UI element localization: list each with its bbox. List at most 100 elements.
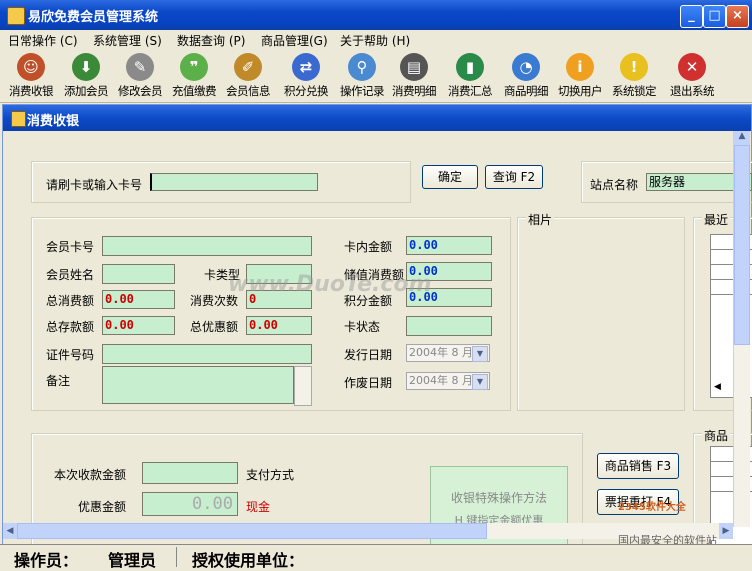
toolbar-button-1[interactable]: ⬇ 添加会员 bbox=[58, 52, 114, 102]
toolbar-label: 添加会员 bbox=[64, 84, 109, 98]
card-no-label: 会员卡号 bbox=[46, 240, 95, 254]
confirm-button[interactable]: 确定 bbox=[422, 165, 478, 189]
minimize-button[interactable]: _ bbox=[680, 5, 703, 28]
total-spend-label: 总消费额 bbox=[46, 294, 95, 308]
scroll-left-icon[interactable]: ◀ bbox=[3, 523, 17, 539]
goods-label: 商品 bbox=[702, 427, 731, 444]
chevron-down-icon[interactable]: ▼ bbox=[472, 346, 488, 362]
issue-date-label: 发行日期 bbox=[344, 348, 393, 362]
toolbar-button-5[interactable]: ⇄ 积分兑换 bbox=[278, 52, 334, 102]
toolbar-button-7[interactable]: ▤ 消费明细 bbox=[386, 52, 442, 102]
method-label: 支付方式 bbox=[246, 468, 295, 482]
discount-label: 优惠金额 bbox=[78, 500, 127, 514]
remark-scrollbar[interactable] bbox=[294, 366, 312, 406]
close-button[interactable]: × bbox=[726, 5, 749, 28]
toolbar-label: 消费汇总 bbox=[448, 84, 493, 98]
menu-system[interactable]: 系统管理 (S) bbox=[93, 32, 162, 49]
save-disk-icon: ⬇ bbox=[72, 53, 100, 81]
toolbar-label: 消费收银 bbox=[9, 84, 54, 98]
cashier-title: 消费收银 bbox=[27, 114, 80, 129]
operator-label: 操作员： bbox=[14, 551, 79, 570]
discount-field: 0.00 bbox=[142, 492, 238, 516]
method-value[interactable]: 现金 bbox=[246, 498, 270, 515]
cashier-window: 消费收银 请刷卡或输入卡号 确定 查询 F2 站点名称 服务器 会员卡号 会员姓… bbox=[2, 104, 752, 548]
toolbar-button-11[interactable]: ! 系统锁定 bbox=[606, 52, 662, 102]
operator-value: 管理员 bbox=[108, 551, 157, 570]
name-label: 会员姓名 bbox=[46, 268, 95, 282]
total-deposit-label: 总存款额 bbox=[46, 320, 95, 334]
status-divider bbox=[176, 547, 177, 567]
toolbar-label: 切换用户 bbox=[558, 84, 603, 98]
toolbar-label: 系统锁定 bbox=[612, 84, 657, 98]
chat-bubbles-icon: ❞ bbox=[180, 53, 208, 81]
special-ops-title: 收银特殊操作方法 bbox=[450, 491, 547, 505]
horizontal-scroll-thumb[interactable] bbox=[17, 523, 487, 539]
void-date-label: 作废日期 bbox=[344, 376, 393, 390]
warning-icon: ! bbox=[620, 53, 648, 81]
station-group: 站点名称 服务器 bbox=[581, 161, 752, 203]
card-balance-field: 0.00 bbox=[406, 236, 492, 255]
card-prompt-label: 请刷卡或输入卡号 bbox=[46, 178, 143, 192]
toolbar: ☺ 消费收银 ⬇ 添加会员 ✎ 修改会员 ❞ 充值缴费 ✐ 会员信息 ⇄ 积分兑换 ⚲ 操作记录 ▤ 消费明细… bbox=[0, 50, 752, 103]
toolbar-button-9[interactable]: ◔ 商品明细 bbox=[498, 52, 554, 102]
cashier-title-bar: 消费收银 bbox=[3, 105, 751, 131]
menu-goods[interactable]: 商品管理(G) bbox=[261, 32, 328, 49]
toolbar-button-4[interactable]: ✐ 会员信息 bbox=[220, 52, 276, 102]
card-status-label: 卡状态 bbox=[344, 320, 381, 334]
photo-group: 相片 bbox=[517, 211, 685, 411]
void-date-picker[interactable]: 2004年 8 月 ▼ bbox=[406, 372, 490, 390]
id-no-label: 证件号码 bbox=[46, 348, 95, 362]
toolbar-label: 商品明细 bbox=[504, 84, 549, 98]
toolbar-button-10[interactable]: i 切换用户 bbox=[552, 52, 608, 102]
toolbar-label: 充值缴费 bbox=[172, 84, 217, 98]
issue-date-value: 2004年 8 月 bbox=[409, 346, 473, 359]
card-no-field[interactable] bbox=[102, 236, 312, 256]
issue-date-picker[interactable]: 2004年 8 月 ▼ bbox=[406, 344, 490, 362]
pie-chart-icon: ◔ bbox=[512, 53, 540, 81]
vertical-scroll-thumb[interactable] bbox=[734, 145, 750, 345]
magnifier-icon: ⚲ bbox=[348, 53, 376, 81]
toolbar-button-12[interactable]: ✕ 退出系统 bbox=[664, 52, 720, 102]
menu-help[interactable]: 关于帮助 (H) bbox=[340, 32, 410, 49]
toolbar-button-2[interactable]: ✎ 修改会员 bbox=[112, 52, 168, 102]
exit-icon: ✕ bbox=[678, 53, 706, 81]
chevron-down-icon[interactable]: ▼ bbox=[472, 374, 488, 390]
toolbar-label: 消费明细 bbox=[392, 84, 437, 98]
menu-query[interactable]: 数据查询 (P) bbox=[177, 32, 245, 49]
card-number-input[interactable] bbox=[150, 173, 318, 191]
name-field[interactable] bbox=[102, 264, 175, 284]
toolbar-label: 操作记录 bbox=[340, 84, 385, 98]
info-icon: i bbox=[566, 53, 594, 81]
goods-sale-button[interactable]: 商品销售 F3 bbox=[597, 453, 679, 479]
card-status-field bbox=[406, 316, 492, 336]
total-deposit-field: 0.00 bbox=[102, 316, 175, 335]
licensee-label: 授权使用单位： bbox=[192, 551, 305, 570]
scroll-up-icon[interactable]: ▲ bbox=[734, 131, 750, 145]
toolbar-button-3[interactable]: ❞ 充值缴费 bbox=[166, 52, 222, 102]
watermark: www.DuoTe.com bbox=[228, 272, 432, 297]
toolbar-button-0[interactable]: ☺ 消费收银 bbox=[3, 52, 59, 102]
amount-field[interactable] bbox=[142, 462, 238, 484]
scroll-left-icon[interactable]: ◀ bbox=[714, 382, 721, 392]
station-label: 站点名称 bbox=[590, 178, 639, 192]
maximize-button[interactable]: □ bbox=[703, 5, 726, 28]
app-icon bbox=[7, 7, 25, 25]
member-info-group: 会员卡号 会员姓名 卡类型 总消费额 0.00 消费次数 0 总存款额 0.00… bbox=[31, 217, 511, 411]
menu-daily[interactable]: 日常操作 (C) bbox=[8, 32, 78, 49]
scroll-right-icon[interactable]: ▶ bbox=[719, 523, 733, 539]
remark-label: 备注 bbox=[46, 374, 71, 388]
printer-icon: ▤ bbox=[400, 53, 428, 81]
toolbar-label: 积分兑换 bbox=[284, 84, 329, 98]
toolbar-button-8[interactable]: ▮ 消费汇总 bbox=[442, 52, 498, 102]
card-balance-label: 卡内金额 bbox=[344, 240, 393, 254]
vertical-scrollbar[interactable]: ▲ bbox=[733, 131, 750, 527]
card-input-group: 请刷卡或输入卡号 bbox=[31, 161, 411, 203]
bar-chart-icon: ▮ bbox=[456, 53, 484, 81]
toolbar-button-6[interactable]: ⚲ 操作记录 bbox=[334, 52, 390, 102]
query-button[interactable]: 查询 F2 bbox=[485, 165, 543, 189]
remark-field[interactable] bbox=[102, 366, 294, 404]
id-no-field[interactable] bbox=[102, 344, 312, 364]
photo-label: 相片 bbox=[526, 211, 555, 228]
cashier-icon bbox=[11, 111, 26, 127]
exchange-icon: ⇄ bbox=[292, 53, 320, 81]
